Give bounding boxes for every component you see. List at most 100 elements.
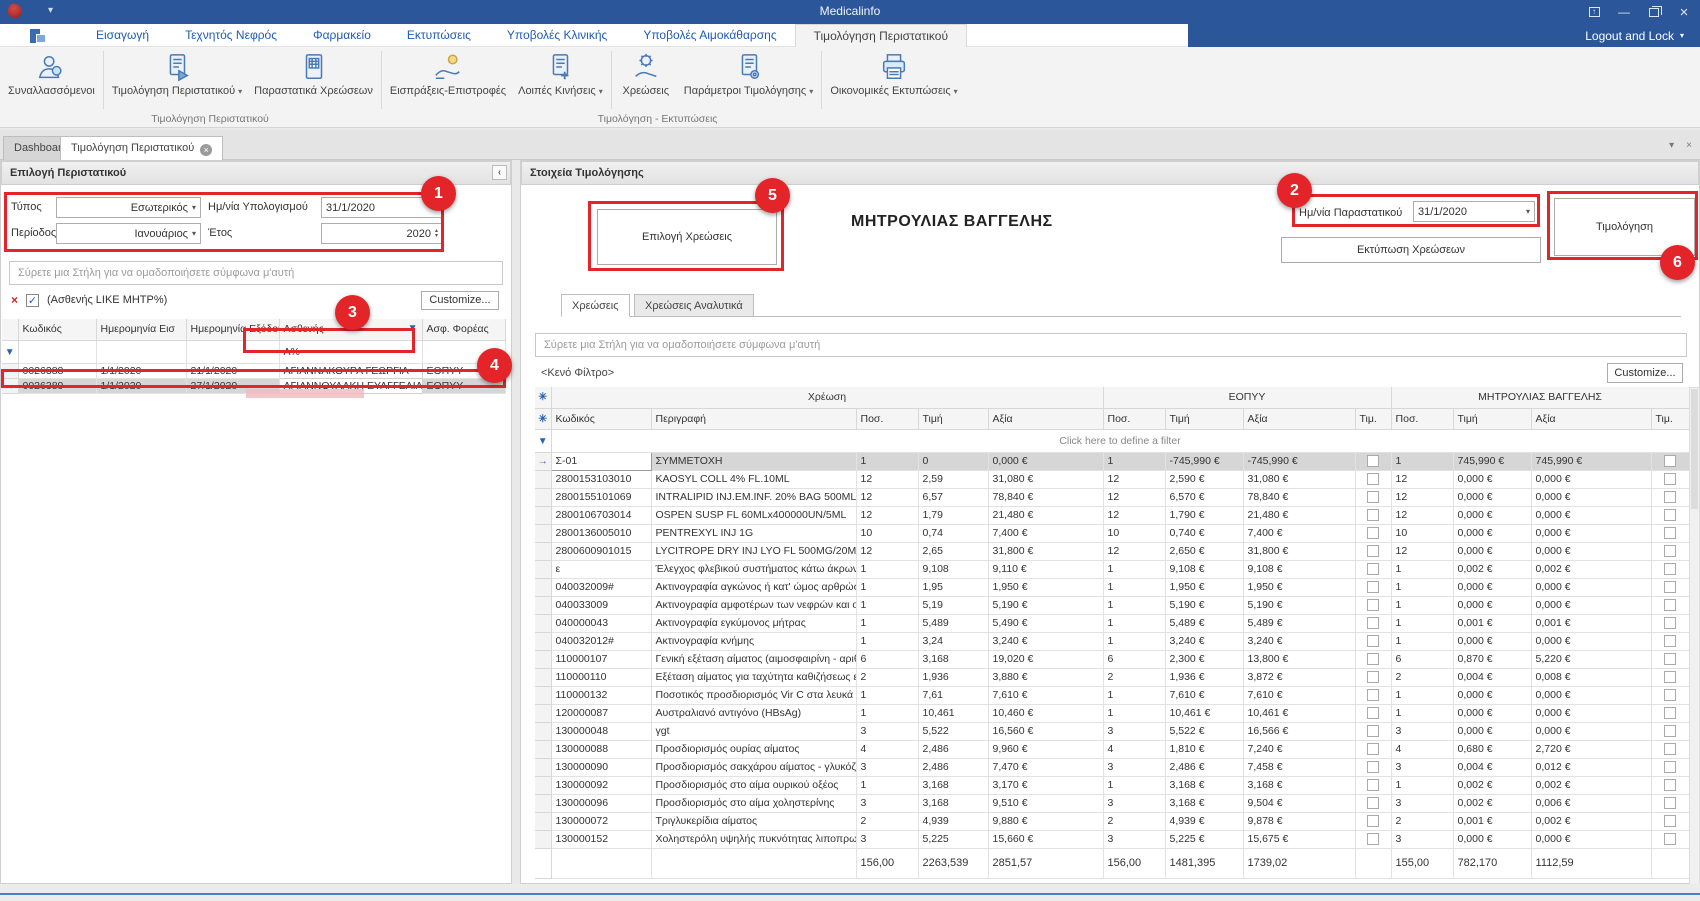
cell-code[interactable]: 130000090 — [551, 758, 651, 776]
patient-invoiced-checkbox[interactable] — [1664, 455, 1676, 467]
charge-row[interactable]: 040032012#Ακτινογραφία κνήμης13,243,240 … — [535, 632, 1689, 650]
cell-eopyy-qty[interactable]: 1 — [1103, 560, 1165, 578]
cell-qty[interactable]: 12 — [856, 488, 918, 506]
cell-mitr-qty[interactable]: 6 — [1391, 650, 1453, 668]
cell-value[interactable]: 9,960 € — [988, 740, 1103, 758]
patient-invoiced-checkbox[interactable] — [1664, 509, 1676, 521]
close-icon[interactable]: × — [1676, 4, 1692, 20]
patient-invoiced-checkbox[interactable] — [1664, 563, 1676, 575]
eopyy-invoiced-checkbox[interactable] — [1367, 545, 1379, 557]
charge-row[interactable]: 130000072Τριγλυκερίδια αίματος24,9399,88… — [535, 812, 1689, 830]
vertical-scrollbar[interactable] — [1689, 387, 1700, 901]
charges-col-1[interactable]: Κωδικός — [551, 408, 651, 429]
cell-code[interactable]: 0026389 — [18, 378, 96, 393]
cell-mitr-price[interactable]: 0,004 € — [1453, 758, 1531, 776]
charge-row[interactable]: 120000087Αυστραλιανό αντιγόνο (HBsAg)110… — [535, 704, 1689, 722]
patient-invoiced-checkbox[interactable] — [1664, 527, 1676, 539]
eopyy-invoiced-checkbox[interactable] — [1367, 815, 1379, 827]
cell-eopyy-value[interactable]: -745,990 € — [1243, 452, 1355, 470]
col-kodikos[interactable]: Κωδικός — [18, 319, 96, 340]
cell-mitr-qty[interactable]: 1 — [1391, 452, 1453, 470]
ribbon-button-5[interactable]: Λοιπές Κινήσεις ▾ — [512, 49, 609, 111]
eopyy-invoiced-checkbox[interactable] — [1367, 707, 1379, 719]
cell-eopyy-qty[interactable]: 1 — [1103, 686, 1165, 704]
ribbon-button-6[interactable]: Χρεώσεις — [614, 49, 678, 111]
eopyy-invoiced-checkbox[interactable] — [1367, 671, 1379, 683]
collapse-panel-icon[interactable]: ‹ — [492, 165, 507, 180]
charges-col-7[interactable]: Τιμή — [1165, 408, 1243, 429]
cell-mitr-price[interactable]: 0,004 € — [1453, 668, 1531, 686]
eopyy-invoiced-checkbox[interactable] — [1367, 617, 1379, 629]
patient-invoiced-checkbox[interactable] — [1664, 725, 1676, 737]
cell-value[interactable]: 19,020 € — [988, 650, 1103, 668]
cell-mitr-price[interactable]: 0,000 € — [1453, 632, 1531, 650]
cell-mitr-value[interactable]: 2,720 € — [1531, 740, 1651, 758]
column-filter-icon[interactable]: ▼ — [408, 323, 418, 334]
cell-eopyy-value[interactable]: 7,400 € — [1243, 524, 1355, 542]
cell-mitr-price[interactable]: 0,001 € — [1453, 614, 1531, 632]
cell-price[interactable]: 1,936 — [918, 668, 988, 686]
patient-invoiced-checkbox[interactable] — [1664, 599, 1676, 611]
cell-mitr-qty[interactable]: 12 — [1391, 488, 1453, 506]
cell-mitr-qty[interactable]: 1 — [1391, 686, 1453, 704]
cell-desc[interactable]: INTRALIPID INJ.EM.INF. 20% BAG 500ML — [651, 488, 856, 506]
cell-value[interactable]: 9,110 € — [988, 560, 1103, 578]
cell-qty[interactable]: 3 — [856, 722, 918, 740]
eopyy-invoiced-checkbox[interactable] — [1367, 599, 1379, 611]
band-patient[interactable]: ΜΗΤΡΟΥΛΙΑΣ ΒΑΓΓΕΛΗΣ — [1391, 387, 1689, 408]
cell-eopyy-price[interactable]: 4,939 € — [1165, 812, 1243, 830]
cell-mitr-value[interactable]: 0,002 € — [1531, 560, 1651, 578]
cell-qty[interactable]: 1 — [856, 614, 918, 632]
cell-code[interactable]: 2800136005010 — [551, 524, 651, 542]
charges-col-10[interactable]: Ποσ. — [1391, 408, 1453, 429]
eopyy-invoiced-checkbox[interactable] — [1367, 581, 1379, 593]
cell-value[interactable]: 7,610 € — [988, 686, 1103, 704]
cell-code[interactable]: 110000110 — [551, 668, 651, 686]
cell-code[interactable]: 2800600901015 — [551, 542, 651, 560]
type-combobox[interactable]: Εσωτερικός▾ — [56, 197, 201, 218]
charge-row[interactable]: 110000107Γενική εξέταση αίματος (αιμοσφα… — [535, 650, 1689, 668]
cell-eopyy-price[interactable]: 6,570 € — [1165, 488, 1243, 506]
patient-invoiced-checkbox[interactable] — [1664, 581, 1676, 593]
cell-eopyy-qty[interactable]: 3 — [1103, 758, 1165, 776]
cell-mitr-qty[interactable]: 3 — [1391, 758, 1453, 776]
cell-mitr-qty[interactable]: 2 — [1391, 668, 1453, 686]
cell-eopyy-price[interactable]: 7,610 € — [1165, 686, 1243, 704]
cell-qty[interactable]: 6 — [856, 650, 918, 668]
patient-invoiced-checkbox[interactable] — [1664, 545, 1676, 557]
charge-row[interactable]: 130000048γgt35,52216,560 €35,522 €16,566… — [535, 722, 1689, 740]
remove-filter-icon[interactable]: × — [11, 293, 18, 307]
ribbon-button-4[interactable]: Εισπράξεις-Επιστροφές — [384, 49, 512, 111]
charge-row[interactable]: εΈλεγχος φλεβικού συστήματος κάτω άκρων … — [535, 560, 1689, 578]
cell-code[interactable]: 130000048 — [551, 722, 651, 740]
cell-price[interactable]: 2,486 — [918, 758, 988, 776]
cell-mitr-value[interactable]: 0,002 € — [1531, 776, 1651, 794]
cell-qty[interactable]: 12 — [856, 470, 918, 488]
cell-mitr-qty[interactable]: 1 — [1391, 560, 1453, 578]
charge-row[interactable]: 110000110Εξέταση αίματος για ταχύτητα κα… — [535, 668, 1689, 686]
cell-mitr-qty[interactable]: 1 — [1391, 632, 1453, 650]
cell-mitr-price[interactable]: 745,990 € — [1453, 452, 1531, 470]
cell-desc[interactable]: KAOSYL COLL 4% FL.10ML — [651, 470, 856, 488]
eopyy-invoiced-checkbox[interactable] — [1367, 797, 1379, 809]
cell-eopyy-price[interactable]: 10,461 € — [1165, 704, 1243, 722]
cell-eopyy-value[interactable]: 78,840 € — [1243, 488, 1355, 506]
cell-mitr-price[interactable]: 0,000 € — [1453, 722, 1531, 740]
cell-value[interactable]: 3,880 € — [988, 668, 1103, 686]
cell-eopyy-value[interactable]: 10,461 € — [1243, 704, 1355, 722]
cell-desc[interactable]: Χοληστερόλη υψηλής πυκνότητας λιποπρωτεΐ — [651, 830, 856, 848]
menu-tab-active[interactable]: Τιμολόγηση Περιστατικού — [795, 24, 967, 47]
cell-eopyy-price[interactable]: 1,790 € — [1165, 506, 1243, 524]
cell-desc[interactable]: OSPEN SUSP FL 60MLx400000UN/5ML — [651, 506, 856, 524]
cell-eopyy-value[interactable]: 31,080 € — [1243, 470, 1355, 488]
eopyy-invoiced-checkbox[interactable] — [1367, 473, 1379, 485]
cell-mitr-price[interactable]: 0,000 € — [1453, 704, 1531, 722]
cell-qty[interactable]: 2 — [856, 668, 918, 686]
cell-eopyy-qty[interactable]: 12 — [1103, 506, 1165, 524]
tab-list-caret-icon[interactable]: ▾ — [1669, 140, 1674, 151]
cell-value[interactable]: 16,560 € — [988, 722, 1103, 740]
cell-eopyy-qty[interactable]: 10 — [1103, 524, 1165, 542]
cell-eopyy-price[interactable]: 1,936 € — [1165, 668, 1243, 686]
cell-mitr-value[interactable]: 0,000 € — [1531, 686, 1651, 704]
cell-desc[interactable]: Τριγλυκερίδια αίματος — [651, 812, 856, 830]
